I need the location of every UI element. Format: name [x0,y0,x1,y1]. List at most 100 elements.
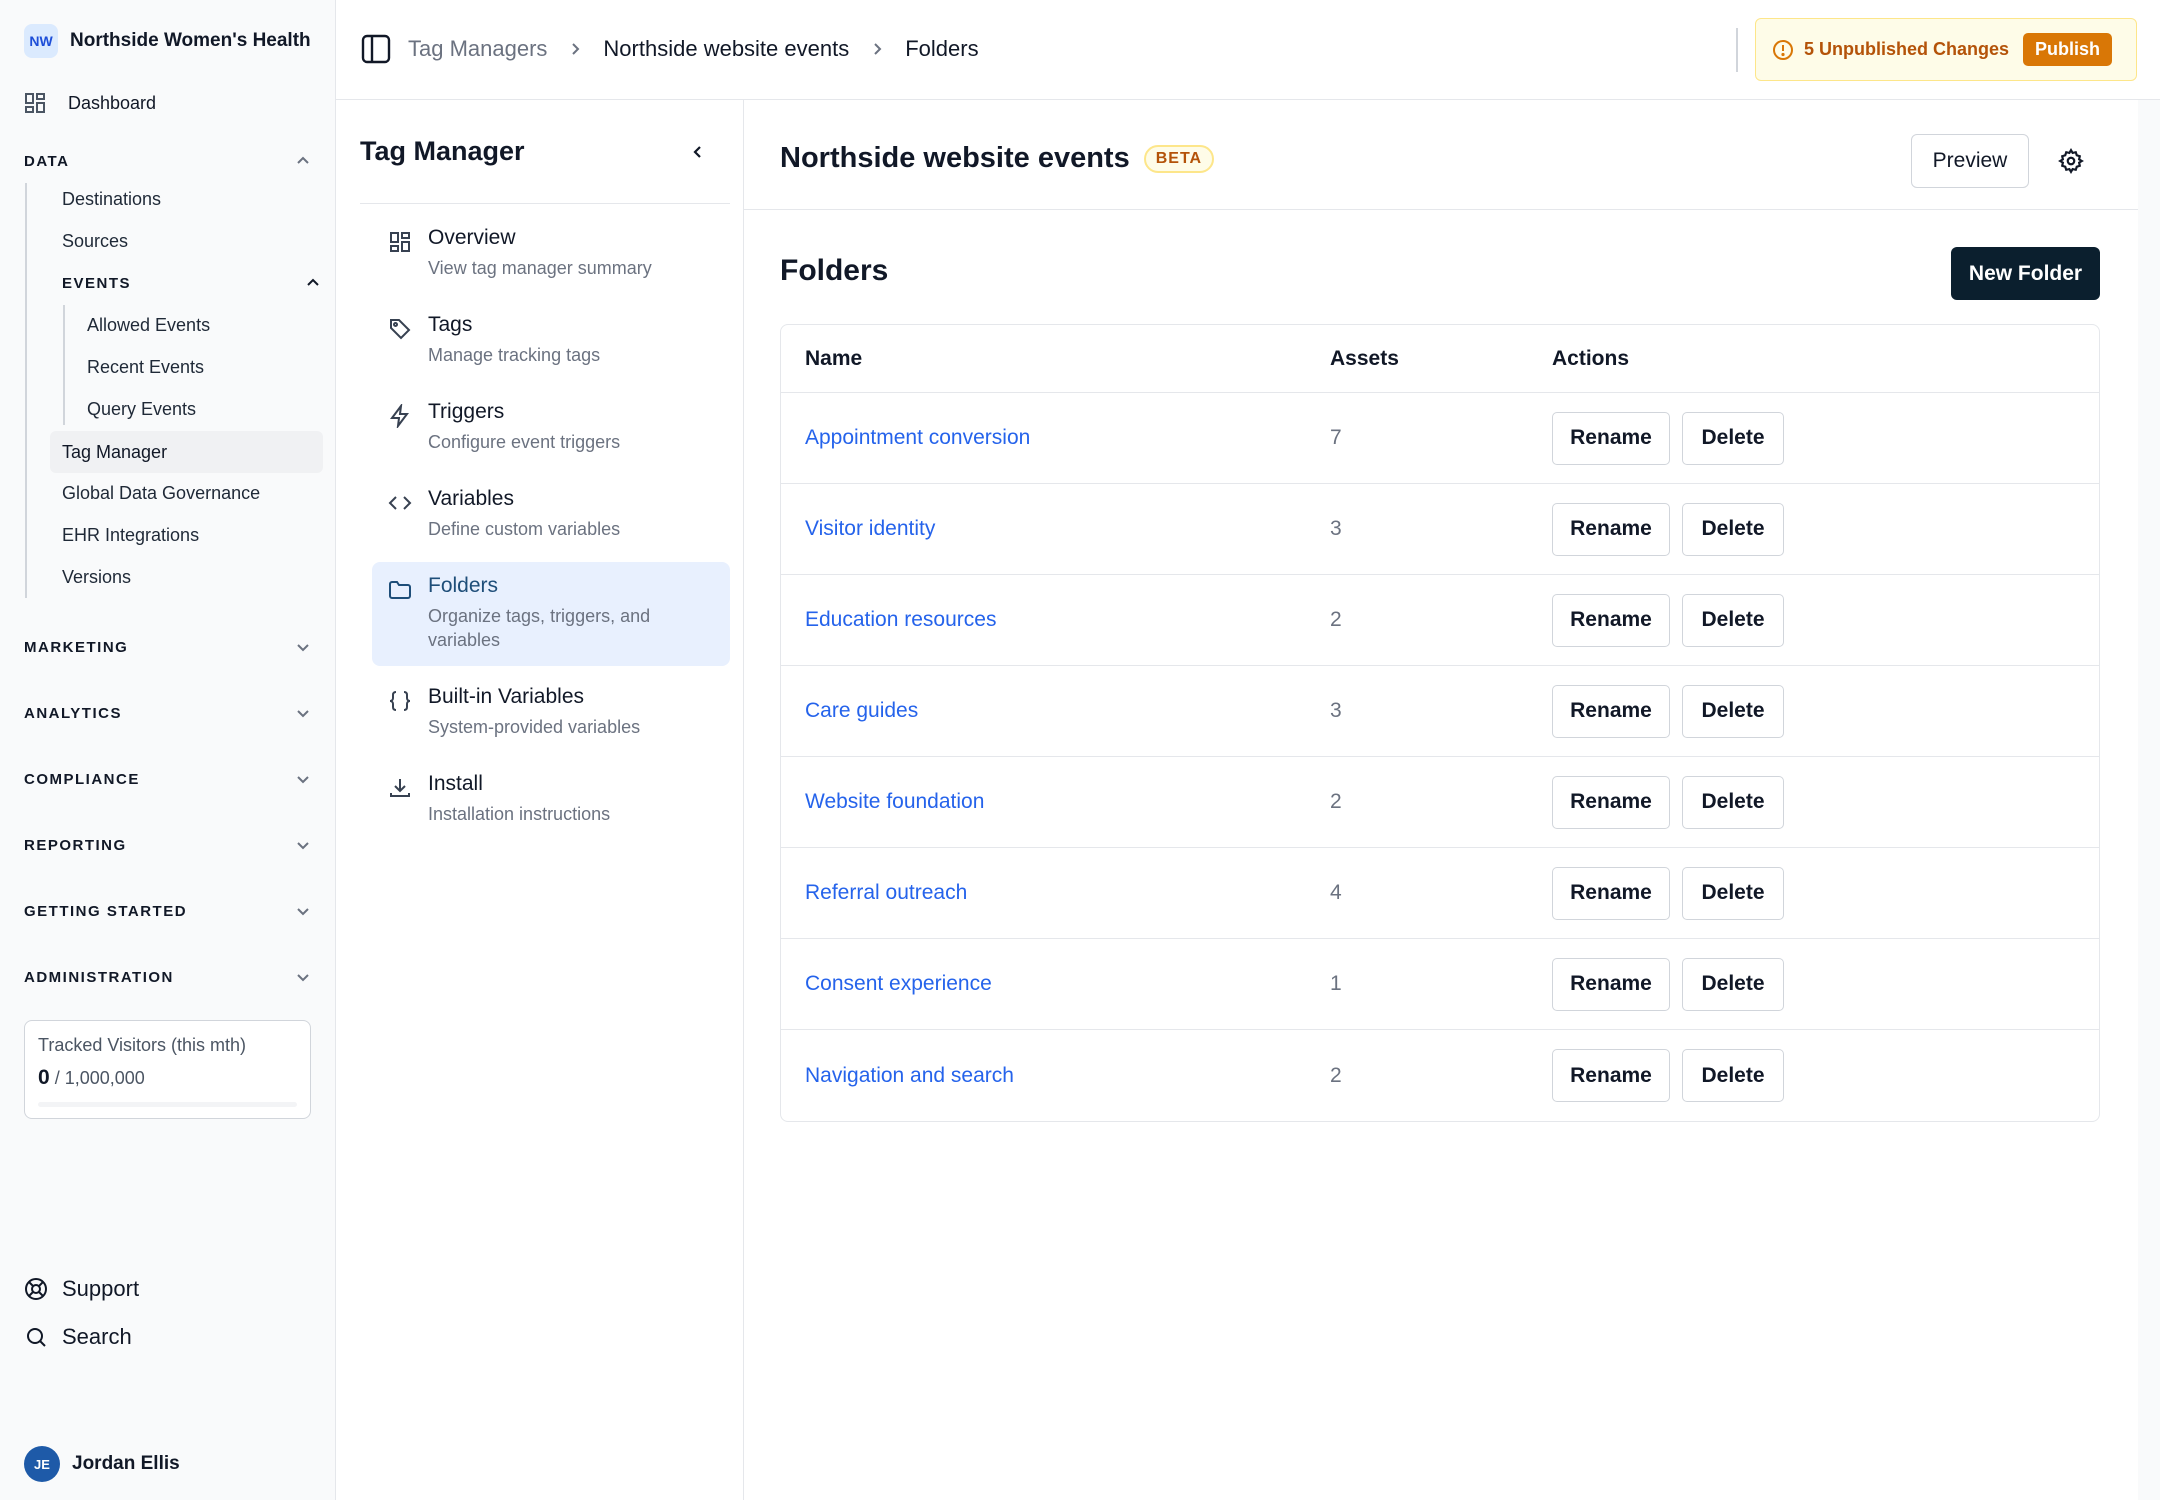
section-compliance[interactable]: COMPLIANCE [24,770,312,788]
folder-name-link[interactable]: Website foundation [805,790,984,813]
container-header: Northside website events BETA Preview [744,100,2138,210]
section-label: DATA [24,152,70,170]
sidebar-item-recent-events[interactable]: Recent Events [87,357,204,378]
sidebar-item-sources[interactable]: Sources [62,231,128,252]
section-label: COMPLIANCE [24,770,140,788]
tm-nav-built-in-variables[interactable]: Built-in Variables System-provided variab… [372,673,730,751]
tm-nav-title: Install [428,772,483,795]
folder-name-link[interactable]: Care guides [805,699,918,722]
org-switcher[interactable]: NW Northside Women's Health [24,24,311,58]
tm-nav-title: Overview [428,226,516,249]
rename-button[interactable]: Rename [1552,502,1670,556]
tm-nav-install[interactable]: Install Installation instructions [372,760,730,838]
section-getting-started[interactable]: GETTING STARTED [24,902,312,920]
sidebar-item-global-data-governance[interactable]: Global Data Governance [62,483,260,504]
folder-name-link[interactable]: Referral outreach [805,881,967,904]
search-link[interactable]: Search [24,1324,132,1350]
section-events[interactable]: EVENTS [62,274,322,292]
sidebar-item-destinations[interactable]: Destinations [62,189,161,210]
new-folder-button[interactable]: New Folder [1951,247,2100,300]
table-row: Consent experience 1 Rename Delete [781,939,2099,1030]
folder-name-link[interactable]: Appointment conversion [805,426,1030,449]
tm-nav-title: Built-in Variables [428,685,585,708]
tm-nav-tags[interactable]: Tags Manage tracking tags [372,301,730,379]
delete-button[interactable]: Delete [1682,957,1784,1011]
folder-name-link[interactable]: Visitor identity [805,517,935,540]
tm-nav-triggers[interactable]: Triggers Configure event triggers [372,388,730,466]
tm-nav-variables[interactable]: Variables Define custom variables [372,475,730,553]
delete-button[interactable]: Delete [1682,775,1784,829]
section-data[interactable]: DATA [24,152,312,170]
folders-table: Name Assets Actions Appointment conversi… [780,324,2100,1122]
delete-button[interactable]: Delete [1682,593,1784,647]
delete-button[interactable]: Delete [1682,684,1784,738]
chevron-down-icon [294,770,312,788]
rename-button[interactable]: Rename [1552,957,1670,1011]
changes-text: 5 Unpublished Changes [1804,39,2010,59]
folder-name-link[interactable]: Navigation and search [805,1064,1014,1087]
delete-button[interactable]: Delete [1682,502,1784,556]
tree-line [63,305,65,425]
table-row: Referral outreach 4 Rename Delete [781,848,2099,939]
section-title: Folders [780,254,889,287]
section-analytics[interactable]: ANALYTICS [24,704,312,722]
section-marketing[interactable]: MARKETING [24,638,312,656]
support-link[interactable]: Support [24,1276,139,1302]
sidebar-item-allowed-events[interactable]: Allowed Events [87,315,210,336]
sidebar-item-versions[interactable]: Versions [62,567,131,588]
asset-count: 2 [1330,1063,1342,1087]
divider [1736,28,1738,72]
sidebar-item-ehr-integrations[interactable]: EHR Integrations [62,525,199,546]
top-bar: Tag Managers Northside website events Fo… [336,0,2160,100]
table-row: Care guides 3 Rename Delete [781,666,2099,757]
breadcrumb-current: Folders [905,36,979,61]
sidebar-item-dashboard[interactable]: Dashboard [24,92,156,114]
download-icon [388,776,412,826]
tm-nav-folders[interactable]: Folders Organize tags, triggers, and vari… [372,562,730,666]
publish-button[interactable]: Publish [2023,33,2113,66]
section-reporting[interactable]: REPORTING [24,836,312,854]
breadcrumb-container[interactable]: Northside website events [603,36,849,62]
user-menu[interactable]: JE Jordan Ellis [24,1446,180,1482]
preview-button[interactable]: Preview [1911,134,2029,188]
tm-nav-overview[interactable]: Overview View tag manager summary [372,214,730,292]
sidebar-toggle-icon[interactable] [360,33,392,65]
scrollbar[interactable] [2138,100,2160,1500]
avatar: JE [24,1446,60,1482]
rename-button[interactable]: Rename [1552,775,1670,829]
sidebar-item-label: Dashboard [68,92,157,113]
folder-name-link[interactable]: Consent experience [805,972,992,995]
page-title: Northside website events BETA [780,142,1215,175]
sidebar-item-query-events[interactable]: Query Events [87,399,196,420]
chevron-left-icon[interactable] [688,142,708,162]
column-header-actions: Actions [1552,346,1630,370]
sidebar-item-tag-manager[interactable]: Tag Manager [50,431,323,473]
breadcrumb-tag-managers[interactable]: Tag Managers [408,36,547,62]
rename-button[interactable]: Rename [1552,1049,1670,1102]
bolt-icon [388,404,412,454]
alert-circle-icon [1772,39,1794,61]
section-administration[interactable]: ADMINISTRATION [24,968,312,986]
asset-count: 2 [1330,608,1342,631]
rename-button[interactable]: Rename [1552,866,1670,920]
tm-nav-desc: Manage tracking tags [428,345,601,365]
code-icon [388,491,412,541]
rename-button[interactable]: Rename [1552,684,1670,738]
org-badge: NW [24,24,58,58]
gear-icon[interactable] [2058,148,2084,174]
delete-button[interactable]: Delete [1682,1049,1784,1102]
tm-nav-title: Triggers [428,400,505,423]
chevron-right-icon [869,41,885,57]
usage-value: 0 / 1,000,000 [38,1066,297,1090]
asset-count: 2 [1330,790,1342,813]
section-label: EVENTS [62,274,132,292]
chevron-up-icon [304,274,322,292]
delete-button[interactable]: Delete [1682,866,1784,920]
folder-name-link[interactable]: Education resources [805,608,996,631]
rename-button[interactable]: Rename [1552,411,1670,465]
chevron-down-icon [294,638,312,656]
delete-button[interactable]: Delete [1682,411,1784,465]
table-row: Visitor identity 3 Rename Delete [781,484,2099,575]
tm-nav-desc: View tag manager summary [428,258,652,278]
rename-button[interactable]: Rename [1552,593,1670,647]
